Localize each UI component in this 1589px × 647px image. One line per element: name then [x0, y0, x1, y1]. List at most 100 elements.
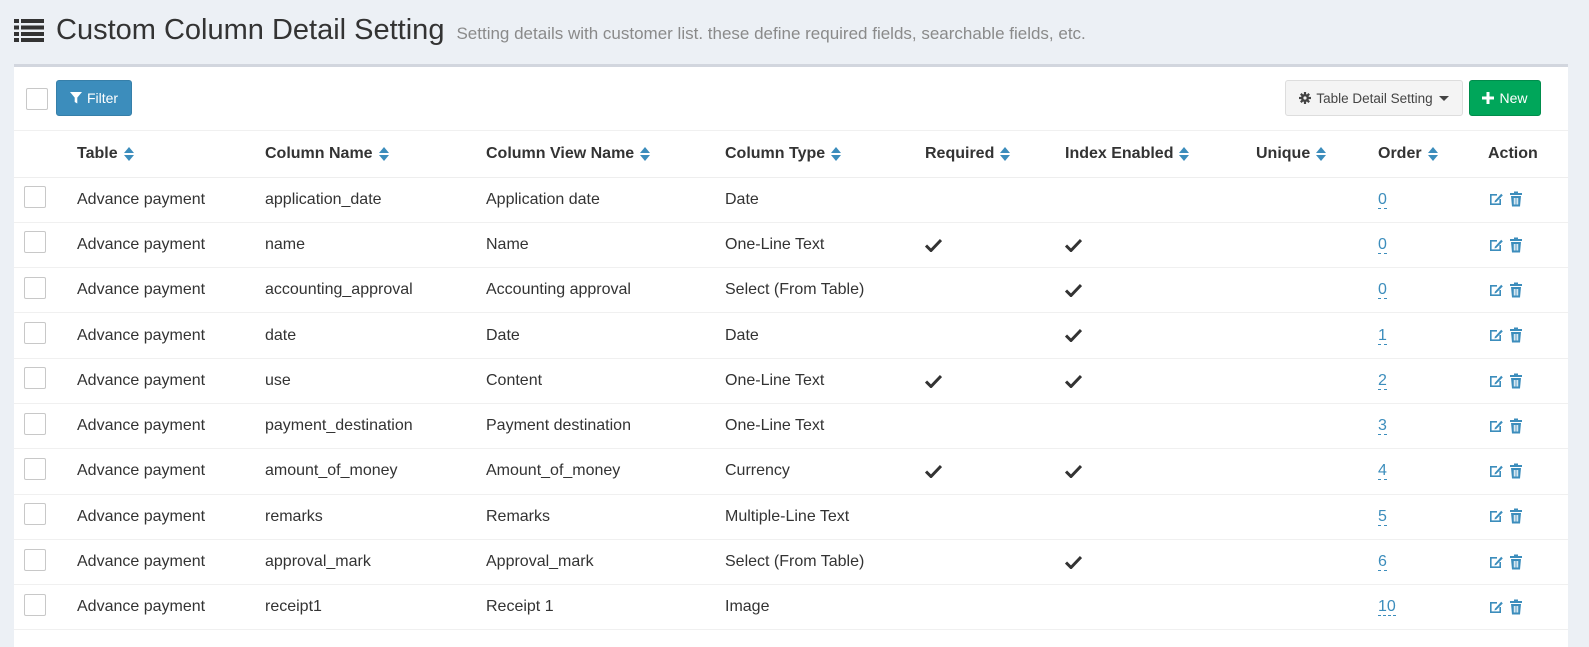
- column-header-table[interactable]: Table: [77, 131, 265, 178]
- cell-column-view-name: Remarks: [486, 494, 725, 540]
- cell-table: Advance payment: [77, 539, 265, 586]
- trash-icon[interactable]: [1508, 599, 1524, 615]
- cell-column-type: Currency: [725, 448, 925, 495]
- edit-icon[interactable]: [1488, 508, 1504, 524]
- cell-required: [925, 267, 1065, 314]
- cell-order: 1: [1378, 312, 1488, 359]
- edit-icon[interactable]: [1488, 373, 1504, 389]
- new-button[interactable]: New: [1469, 80, 1541, 116]
- column-header-column-view-name[interactable]: Column View Name: [486, 131, 725, 178]
- edit-icon[interactable]: [1488, 554, 1504, 570]
- cell-column-view-name: Payment destination: [486, 403, 725, 450]
- row-checkbox[interactable]: [24, 412, 46, 435]
- trash-icon[interactable]: [1508, 237, 1524, 253]
- cell-unique: [1256, 539, 1378, 586]
- row-checkbox-cell: [14, 177, 77, 223]
- row-checkbox[interactable]: [24, 367, 46, 390]
- cell-required: [925, 448, 1065, 495]
- order-edit-link[interactable]: 4: [1378, 462, 1387, 481]
- cell-column-type: One-Line Text: [725, 403, 925, 450]
- cell-column-name: approval_mark: [265, 539, 486, 586]
- table-row: Advance payment remarks Remarks Multiple-Li…: [14, 494, 1568, 540]
- row-checkbox-cell: [14, 267, 77, 314]
- order-edit-link[interactable]: 0: [1378, 190, 1387, 209]
- edit-icon[interactable]: [1488, 191, 1504, 207]
- order-edit-link[interactable]: 2: [1378, 371, 1387, 390]
- row-checkbox-cell: [14, 494, 77, 540]
- cell-column-view-name: Content: [486, 358, 725, 404]
- trash-icon[interactable]: [1508, 463, 1524, 479]
- cell-action: [1488, 177, 1568, 223]
- cell-column-type: Image: [725, 584, 925, 631]
- trash-icon[interactable]: [1508, 327, 1524, 343]
- row-checkbox[interactable]: [24, 186, 46, 209]
- trash-icon[interactable]: [1508, 191, 1524, 207]
- trash-icon[interactable]: [1508, 508, 1524, 524]
- cell-index-enabled: [1065, 539, 1256, 586]
- order-edit-link[interactable]: 6: [1378, 553, 1387, 572]
- trash-icon[interactable]: [1508, 282, 1524, 298]
- check-icon: [925, 374, 942, 388]
- order-edit-link[interactable]: 1: [1378, 326, 1387, 345]
- column-header-unique[interactable]: Unique: [1256, 131, 1378, 178]
- row-checkbox[interactable]: [24, 503, 46, 526]
- column-header-column-name[interactable]: Column Name: [265, 131, 486, 178]
- row-checkbox[interactable]: [24, 231, 46, 254]
- cell-order: 4: [1378, 448, 1488, 495]
- column-header-column-type[interactable]: Column Type: [725, 131, 925, 178]
- cell-column-name: receipt1: [265, 584, 486, 631]
- order-edit-link[interactable]: 0: [1378, 281, 1387, 300]
- filter-button[interactable]: Filter: [56, 80, 132, 116]
- column-header-order[interactable]: Order: [1378, 131, 1488, 178]
- row-checkbox[interactable]: [24, 548, 46, 571]
- row-checkbox[interactable]: [24, 322, 46, 345]
- row-checkbox[interactable]: [24, 457, 46, 480]
- cell-index-enabled: [1065, 177, 1256, 223]
- trash-icon[interactable]: [1508, 373, 1524, 389]
- edit-icon[interactable]: [1488, 282, 1504, 298]
- table-body: Advance payment application_date Applicati…: [14, 177, 1568, 631]
- order-edit-link[interactable]: 3: [1378, 417, 1387, 436]
- cell-unique: [1256, 494, 1378, 540]
- check-icon: [925, 465, 942, 479]
- edit-icon[interactable]: [1488, 463, 1504, 479]
- column-detail-table: Table Column Name Column View Name Column T…: [14, 131, 1568, 631]
- table-row: Advance payment date Date Date 1: [14, 312, 1568, 359]
- cell-column-name: use: [265, 358, 486, 404]
- row-checkbox[interactable]: [24, 593, 46, 616]
- order-edit-link[interactable]: 10: [1378, 598, 1396, 617]
- edit-icon[interactable]: [1488, 418, 1504, 434]
- trash-icon[interactable]: [1508, 554, 1524, 570]
- check-icon: [1065, 283, 1082, 297]
- gear-icon: [1299, 92, 1312, 104]
- cell-unique: [1256, 358, 1378, 404]
- order-edit-link[interactable]: 0: [1378, 235, 1387, 254]
- select-all-checkbox[interactable]: [26, 88, 48, 110]
- cell-unique: [1256, 584, 1378, 631]
- column-header-index-enabled[interactable]: Index Enabled: [1065, 131, 1256, 178]
- trash-icon[interactable]: [1508, 418, 1524, 434]
- edit-icon[interactable]: [1488, 599, 1504, 615]
- table-detail-setting-label: Table Detail Setting: [1316, 90, 1433, 106]
- cell-action: [1488, 403, 1568, 450]
- table-detail-setting-button[interactable]: Table Detail Setting: [1285, 80, 1463, 116]
- cell-table: Advance payment: [77, 312, 265, 359]
- edit-icon[interactable]: [1488, 237, 1504, 253]
- cell-index-enabled: [1065, 448, 1256, 495]
- table-row: Advance payment name Name One-Line Text 0: [14, 222, 1568, 269]
- check-icon: [1065, 374, 1082, 388]
- order-edit-link[interactable]: 5: [1378, 507, 1387, 526]
- cell-required: [925, 494, 1065, 540]
- sort-icon: [1316, 146, 1327, 161]
- table-header-row: Table Column Name Column View Name Column T…: [14, 131, 1568, 178]
- cell-column-view-name: Receipt 1: [486, 584, 725, 631]
- row-checkbox[interactable]: [24, 276, 46, 299]
- cell-column-name: accounting_approval: [265, 267, 486, 314]
- edit-icon[interactable]: [1488, 327, 1504, 343]
- check-icon: [1065, 329, 1082, 343]
- sort-icon: [1427, 146, 1438, 161]
- cell-column-type: Date: [725, 312, 925, 359]
- plus-icon: [1482, 92, 1495, 104]
- row-checkbox-cell: [14, 358, 77, 404]
- column-header-required[interactable]: Required: [925, 131, 1065, 178]
